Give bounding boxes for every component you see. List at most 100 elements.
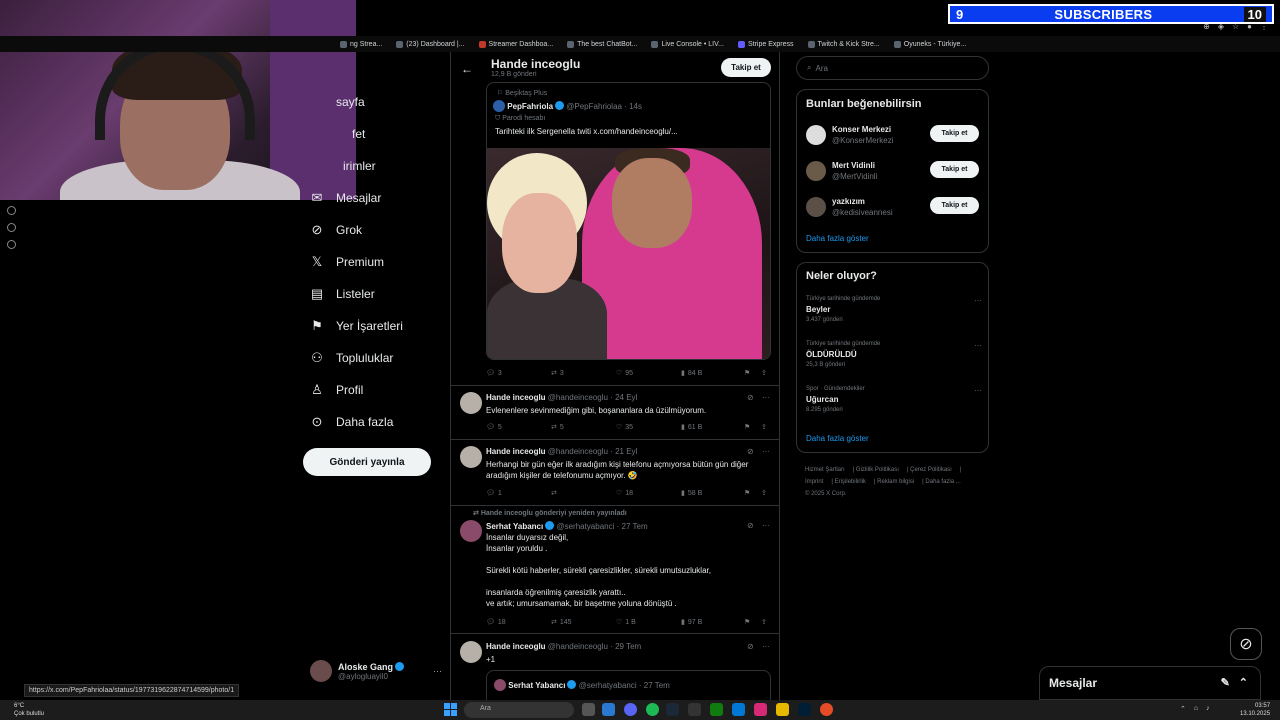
grok-button[interactable]: ⊘ [1230,628,1262,660]
views-action[interactable]: ▮ 84 B [681,369,702,378]
footer-link[interactable]: Çerez Politikası [910,467,952,473]
follow-button[interactable]: Takip et [930,161,979,178]
bookmark-action[interactable]: ⚑ [744,369,750,377]
share-action[interactable]: ⇪ [761,369,767,377]
chevron-up-icon[interactable]: ⌃ [1180,705,1186,713]
show-more-link[interactable]: Daha fazla göster [806,234,869,243]
chrome-icon[interactable] [820,703,833,716]
volume-icon[interactable]: ♪ [1206,705,1210,713]
like-action[interactable]: ♡ 18 [616,489,633,498]
more-icon[interactable]: ··· [974,341,982,350]
grok-icon[interactable]: ⊘ [747,447,754,456]
repost-action[interactable]: ⇄ 5 [551,423,564,432]
share-action[interactable]: ⇪ [761,618,767,626]
nav-communities[interactable]: ⚇ Topluluklar [310,350,393,365]
network-icon[interactable]: ⌂ [1194,705,1198,713]
suggestion-item[interactable]: Konser Merkezi @KonserMerkezi Takip et [806,123,982,147]
share-action[interactable]: ⇪ [761,423,767,431]
nav-messages[interactable]: ✉ Mesajlar [310,190,382,205]
quoted-tweet[interactable]: ⚐ Beşiktaş Plus PepFahriola @PepFahriola… [486,82,771,360]
views-action[interactable]: ▮ 97 B [681,618,702,627]
more-icon[interactable]: ··· [974,296,982,305]
taskbar-search[interactable]: Ara [464,702,574,718]
views-action[interactable]: ▮ 58 B [681,489,702,498]
bookmark-item[interactable]: ng Strea... [340,40,382,48]
follow-button[interactable]: Takip et [721,58,771,77]
show-more-link[interactable]: Daha fazla göster [806,434,869,443]
repost-action[interactable]: ⇄ 3 [551,369,564,378]
settings-icon[interactable] [7,240,16,249]
nav-more[interactable]: ⊙ Daha fazla [310,414,394,429]
photoshop-icon[interactable] [798,703,811,716]
file-explorer-icon[interactable] [776,703,789,716]
suggestion-item[interactable]: Mert Vidinli @MertVidinli Takip et [806,159,982,183]
nav-explore[interactable]: fet [352,127,365,141]
bookmark-action[interactable]: ⚑ [744,618,750,626]
epic-games-icon[interactable] [688,703,701,716]
footer-link[interactable]: Erişilebilirlik [835,479,866,485]
trend-item[interactable]: Spor · Gündemdekiler Uğurcan 8.295 gönde… [806,386,982,413]
like-action[interactable]: ♡ 35 [616,423,633,432]
quoted-tweet[interactable]: Serhat Yabancı @serhatyabanci · 27 Tem [486,670,771,700]
nav-profile[interactable]: ♙ Profil [310,382,363,397]
trend-item[interactable]: Türkiye tarihinde gündemde ÖLDÜRÜLDÜ 25,… [806,341,982,368]
weather-widget[interactable]: 6°C Çok bulutlu [14,702,44,718]
xbox-icon[interactable] [710,703,723,716]
repost-action[interactable]: ⇄ 145 [551,618,572,627]
edge-icon[interactable] [732,703,745,716]
trend-item[interactable]: Türkiye tarihinde gündemde Beyler 3.437 … [806,296,982,323]
bookmark-action[interactable]: ⚑ [744,423,750,431]
bookmark-item[interactable]: Stripe Express [737,40,794,48]
footer-link[interactable]: Reklam bilgisi [877,479,914,485]
reply-action[interactable]: 💬︎ 5 [486,423,502,432]
bookmark-item[interactable]: The best ChatBot... [567,40,637,48]
bookmark-action[interactable]: ⚑ [744,489,750,497]
task-view-icon[interactable] [582,703,595,716]
grok-icon[interactable]: ⊘ [747,642,754,651]
like-action[interactable]: ♡ 95 [616,369,633,378]
steam-icon[interactable] [666,703,679,716]
footer-link[interactable]: Imprint [805,479,823,485]
footer-link[interactable]: Hizmet Şartları [805,467,845,473]
nav-lists[interactable]: ▤ Listeler [310,286,375,301]
search-input[interactable]: ⌕ Ara [796,56,989,80]
footer-link[interactable]: Gizlilik Politikası [856,467,899,473]
new-message-icon[interactable]: ✎ [1221,676,1230,689]
more-icon[interactable]: ··· [974,386,982,395]
spotify-icon[interactable] [646,703,659,716]
more-icon[interactable]: ··· [762,447,770,456]
follow-button[interactable]: Takip et [930,125,979,142]
more-icon[interactable]: ··· [433,666,442,676]
reply-action[interactable]: 💬︎ 1 [486,489,502,498]
more-icon[interactable]: ··· [762,521,770,530]
chevron-up-icon[interactable]: ⌃ [1239,676,1248,689]
tweet-photo[interactable] [487,148,770,359]
more-icon[interactable]: ··· [762,642,770,651]
bookmark-item[interactable]: Twitch & Kick Stre... [807,40,880,48]
back-arrow-icon[interactable]: ← [461,62,473,76]
history-icon[interactable] [7,206,16,215]
reply-action[interactable]: 💬︎ 3 [486,369,502,378]
post-button[interactable]: Gönderi yayınla [303,448,431,476]
nav-grok[interactable]: ⊘ Grok [310,222,362,237]
nav-premium[interactable]: 𝕏 Premium [310,254,384,269]
bookmark-item[interactable]: Oyuneks - Türkiye... [893,40,966,48]
bookmark-item[interactable]: (23) Dashboard |... [396,40,465,48]
share-action[interactable]: ⇪ [761,489,767,497]
chat-icon[interactable] [7,223,16,232]
more-icon[interactable]: ··· [762,393,770,402]
repost-action[interactable]: ⇄ [551,489,557,497]
account-switcher[interactable]: Aloske Gang @aylogluayil0 ··· [310,658,442,684]
messages-dock[interactable]: Mesajlar ✎ ⌃ [1039,666,1261,700]
follow-button[interactable]: Takip et [930,197,979,214]
discord-icon[interactable] [624,703,637,716]
suggestion-item[interactable]: yazkızım @kedisiveannesi Takip et [806,195,982,219]
nav-notifications[interactable]: irimler [343,159,376,173]
start-button[interactable] [444,703,457,716]
views-action[interactable]: ▮ 61 B [681,423,702,432]
bookmark-item[interactable]: Streamer Dashboa... [478,40,553,48]
like-action[interactable]: ♡ 1 B [616,618,636,627]
grok-icon[interactable]: ⊘ [747,521,754,530]
footer-link[interactable]: Daha fazla ... [925,479,960,485]
nav-home[interactable]: sayfa [336,95,365,109]
